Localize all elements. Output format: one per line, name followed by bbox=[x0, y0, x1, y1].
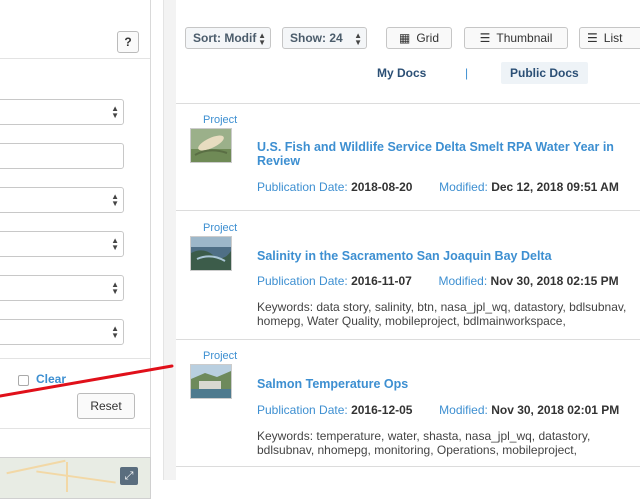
result-meta: Publication Date: 2016-12-05 Modified: N… bbox=[257, 403, 619, 417]
divider bbox=[0, 358, 150, 359]
filter-input[interactable] bbox=[0, 143, 124, 169]
result-title[interactable]: Salmon Temperature Ops bbox=[257, 377, 635, 391]
grid-label: Grid bbox=[416, 31, 439, 45]
spinner-icon: ▲ ▼ bbox=[111, 192, 119, 208]
reset-button[interactable]: Reset bbox=[77, 393, 135, 419]
grid-view-button[interactable]: ▦ Grid bbox=[386, 27, 452, 49]
result-thumbnail[interactable] bbox=[190, 236, 232, 271]
filter-panel: ? ▲ ▼ ▲ ▼ ▲ ▼ ▲ ▼ ▲ ▼ Clear Reset ⤢ bbox=[0, 0, 151, 499]
spinner-icon: ▲ ▼ bbox=[111, 236, 119, 252]
result-card[interactable]: Project U.S. Fish and Wildlife Service D… bbox=[176, 104, 640, 211]
filter-header: ? bbox=[0, 0, 150, 59]
divider bbox=[0, 428, 150, 429]
spinner-icon: ▲ ▼ bbox=[111, 280, 119, 296]
modified-date: Dec 12, 2018 09:51 AM bbox=[491, 180, 619, 194]
publication-date: 2016-12-05 bbox=[351, 403, 413, 417]
clear-checkbox[interactable] bbox=[18, 375, 29, 386]
result-title[interactable]: Salinity in the Sacramento San Joaquin B… bbox=[257, 249, 635, 263]
result-thumbnail[interactable] bbox=[190, 364, 232, 399]
result-thumbnail[interactable] bbox=[190, 128, 232, 163]
tab-separator: | bbox=[465, 66, 469, 80]
publication-date-label: Publication Date: bbox=[257, 403, 348, 417]
sort-select[interactable]: Sort: Modif ▲ ▼ bbox=[185, 27, 271, 49]
spinner-icon: ▲ ▼ bbox=[111, 104, 119, 120]
filter-select-2[interactable]: ▲ ▼ bbox=[0, 187, 124, 213]
tab-my-docs[interactable]: My Docs bbox=[368, 62, 435, 84]
result-meta: Publication Date: 2016-11-07 Modified: N… bbox=[257, 274, 619, 288]
thumbnail-icon: ☰ bbox=[479, 31, 491, 45]
expand-icon[interactable]: ⤢ bbox=[120, 467, 138, 485]
result-card[interactable] bbox=[176, 467, 640, 480]
grid-icon: ▦ bbox=[398, 31, 411, 45]
list-label: List bbox=[603, 31, 623, 45]
clear-link[interactable]: Clear bbox=[36, 372, 66, 386]
modified-label: Modified: bbox=[439, 403, 488, 417]
filter-select-4[interactable]: ▲ ▼ bbox=[0, 275, 124, 301]
list-view-button[interactable]: ☰ List bbox=[579, 27, 640, 49]
result-card[interactable]: Project Salmon Temperature Ops Publicati… bbox=[176, 340, 640, 467]
result-type: Project bbox=[203, 222, 238, 234]
publication-date-label: Publication Date: bbox=[257, 274, 348, 288]
result-keywords: Keywords: data story, salinity, btn, nas… bbox=[257, 300, 627, 328]
modified-date: Nov 30, 2018 02:15 PM bbox=[490, 274, 619, 288]
spinner-icon: ▲ ▼ bbox=[354, 31, 362, 47]
spinner-icon: ▲ ▼ bbox=[258, 31, 266, 47]
publication-date: 2016-11-07 bbox=[351, 274, 412, 288]
modified-date: Nov 30, 2018 02:01 PM bbox=[491, 403, 620, 417]
publication-date-label: Publication Date: bbox=[257, 180, 348, 194]
sort-label: Sort: Modif bbox=[193, 31, 257, 45]
show-label: Show: 24 bbox=[290, 31, 343, 45]
filter-select-5[interactable]: ▲ ▼ bbox=[0, 319, 124, 345]
tab-public-docs[interactable]: Public Docs bbox=[501, 62, 588, 84]
modified-label: Modified: bbox=[438, 274, 488, 288]
spinner-icon: ▲ ▼ bbox=[111, 324, 119, 340]
result-type: Project bbox=[203, 114, 238, 126]
result-meta: Publication Date: 2018-08-20 Modified: D… bbox=[257, 180, 619, 194]
thumbnail-view-button[interactable]: ☰ Thumbnail bbox=[464, 27, 568, 49]
modified-label: Modified: bbox=[439, 180, 488, 194]
publication-date: 2018-08-20 bbox=[351, 180, 413, 194]
result-keywords: Keywords: temperature, water, shasta, na… bbox=[257, 429, 591, 457]
filter-select-3[interactable]: ▲ ▼ bbox=[0, 231, 124, 257]
show-select[interactable]: Show: 24 ▲ ▼ bbox=[282, 27, 367, 49]
help-button[interactable]: ? bbox=[117, 31, 139, 53]
result-title[interactable]: U.S. Fish and Wildlife Service Delta Sme… bbox=[257, 140, 635, 168]
result-type: Project bbox=[203, 350, 238, 362]
list-icon: ☰ bbox=[587, 31, 598, 45]
result-card[interactable]: Project Salinity in the Sacramento San J… bbox=[176, 211, 640, 340]
filter-select-1[interactable]: ▲ ▼ bbox=[0, 99, 124, 125]
thumbnail-label: Thumbnail bbox=[496, 31, 553, 45]
panel-gutter bbox=[163, 0, 176, 480]
